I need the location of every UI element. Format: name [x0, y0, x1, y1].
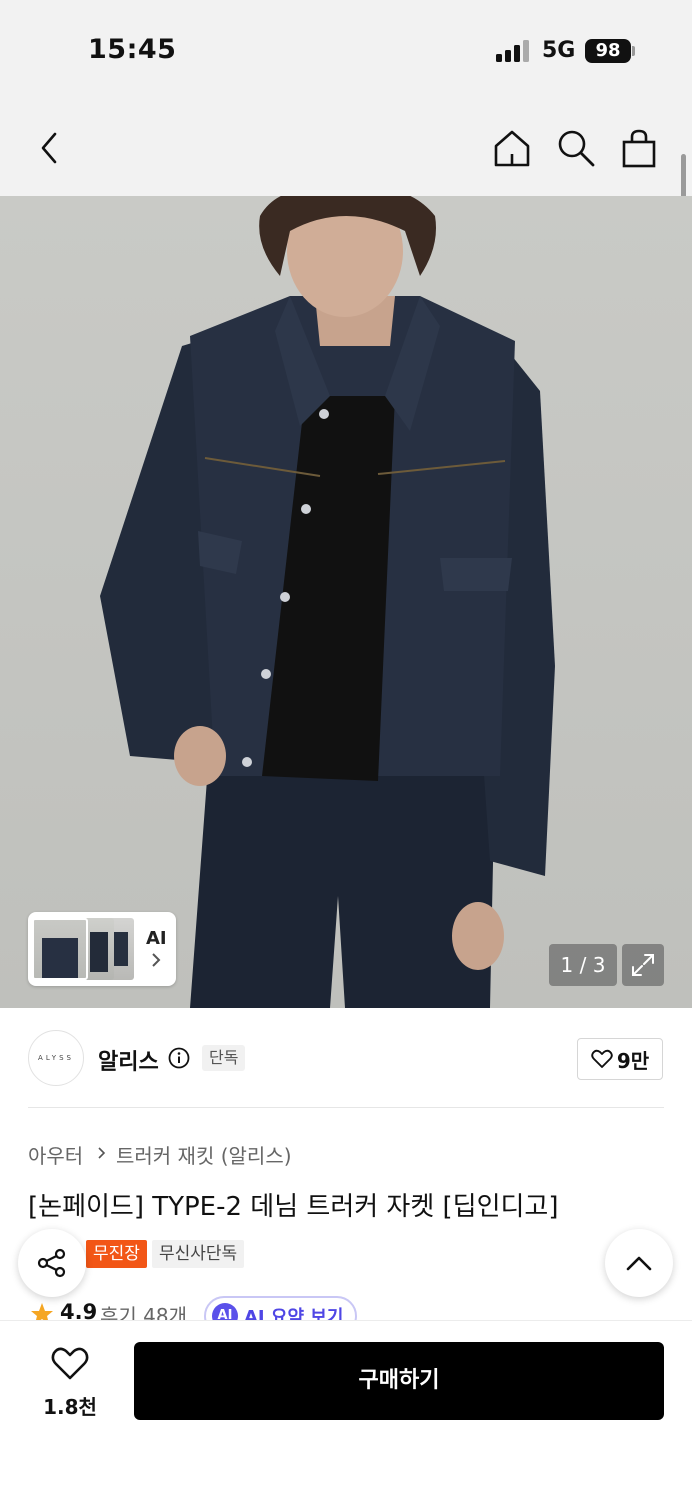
shopping-bag-icon	[622, 129, 656, 168]
brand-like-count: 9만	[616, 1048, 650, 1073]
ai-summary-label: AI 요약 보기	[244, 1307, 344, 1320]
search-button[interactable]	[552, 124, 600, 172]
heart-outline-icon	[51, 1347, 89, 1380]
breadcrumb-category[interactable]: 아우터	[28, 1140, 83, 1169]
nav-bar	[0, 100, 692, 196]
product-photo	[100, 196, 555, 1008]
chevron-up-icon	[626, 1256, 652, 1271]
ai-lookbook-card[interactable]: AI	[28, 912, 176, 986]
thumbnail-2	[84, 918, 114, 980]
signal-icon	[496, 40, 532, 62]
ai-badge-icon: AI	[212, 1303, 238, 1320]
buy-button[interactable]: 구매하기	[134, 1342, 664, 1420]
status-bar: 15:45 5G 98	[0, 0, 692, 100]
cart-button[interactable]	[615, 124, 663, 172]
breadcrumb-chevron-icon	[98, 1147, 106, 1159]
battery-tip	[632, 46, 635, 56]
brand-like-button[interactable]: 9만	[577, 1038, 663, 1080]
wishlist-button[interactable]: 1.8천	[28, 1347, 112, 1420]
status-time: 15:45	[88, 34, 177, 65]
network-label: 5G	[542, 38, 576, 63]
expand-icon	[632, 954, 654, 976]
star-icon	[31, 1303, 53, 1320]
tag-mujinjang: 무진장	[86, 1240, 147, 1268]
rating-row: 4.9 후기 48개 AI AI 요약 보기	[28, 1296, 668, 1320]
home-icon	[494, 130, 530, 167]
review-count[interactable]: 후기 48개	[100, 1300, 187, 1320]
heart-icon	[591, 1049, 613, 1068]
search-icon	[558, 130, 595, 167]
brand-logo[interactable]: ALYSS	[28, 1030, 84, 1086]
brand-name[interactable]: 알리스	[98, 1044, 159, 1076]
share-icon	[37, 1248, 66, 1278]
divider	[28, 1107, 664, 1108]
ai-label: AI	[146, 928, 167, 949]
product-image-gallery[interactable]: AI 1 / 3	[0, 196, 692, 1008]
home-button[interactable]	[488, 124, 536, 172]
chevron-right-icon	[152, 953, 161, 967]
product-title: [논페이드] TYPE-2 데님 트러커 자켓 [딥인디고]	[28, 1192, 559, 1222]
battery-icon: 98	[585, 39, 631, 63]
rating-value: 4.9	[60, 1300, 98, 1320]
bottom-action-bar: 1.8천 구매하기	[0, 1320, 692, 1500]
share-button[interactable]	[18, 1229, 86, 1297]
exclusive-badge: 단독	[202, 1045, 246, 1071]
thumbnail-1	[32, 918, 88, 980]
info-icon[interactable]	[168, 1047, 190, 1069]
expand-button[interactable]	[622, 944, 664, 986]
scroll-top-button[interactable]	[605, 1229, 673, 1297]
breadcrumb-subcategory[interactable]: 트러커 재킷 (알리스)	[116, 1140, 292, 1169]
chevron-left-icon	[41, 132, 57, 164]
ai-summary-button[interactable]: AI AI 요약 보기	[204, 1296, 358, 1320]
brand-logo-text: ALYSS	[38, 1054, 74, 1062]
wishlist-count: 1.8천	[43, 1395, 97, 1419]
page-counter: 1 / 3	[549, 944, 617, 986]
tag-musinsa-exclusive: 무신사단독	[152, 1240, 245, 1268]
back-button[interactable]	[26, 124, 74, 172]
